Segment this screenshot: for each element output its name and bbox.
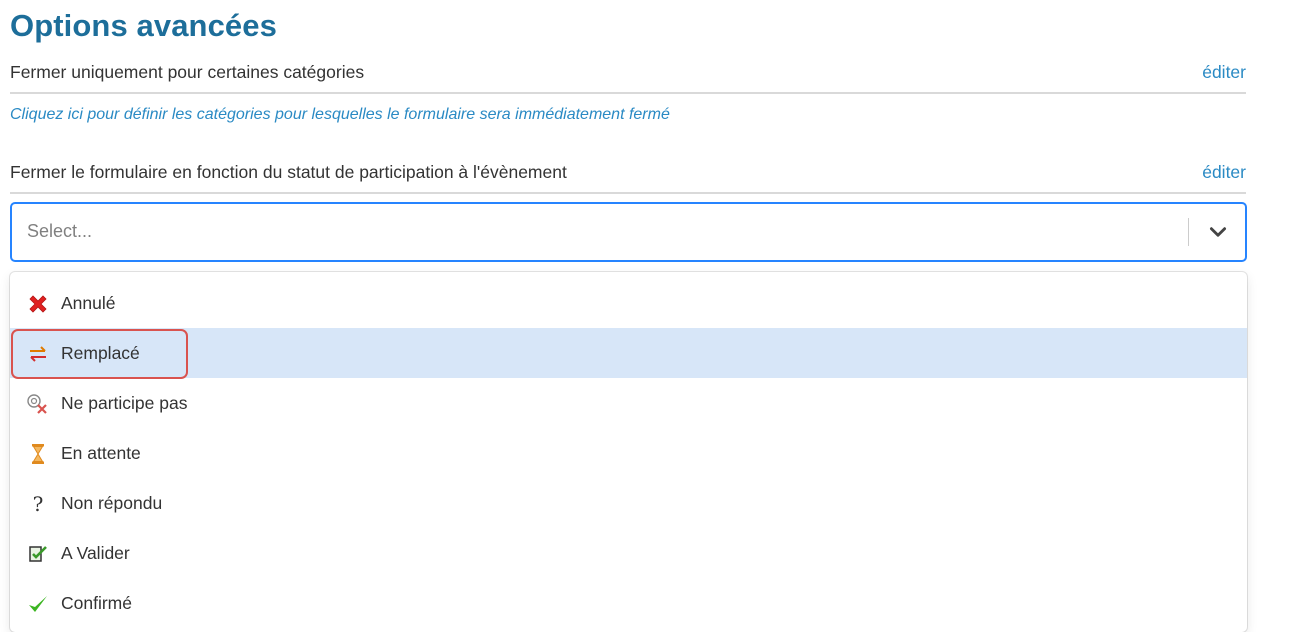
- validate-document-icon: [29, 546, 47, 562]
- status-select[interactable]: Select...: [10, 202, 1247, 262]
- status-edit-link[interactable]: éditer: [1202, 162, 1246, 183]
- categories-row: Fermer uniquement pour certaines catégor…: [10, 58, 1246, 94]
- red-cross-icon: [29, 295, 47, 313]
- option-ne-participe-pas[interactable]: Ne participe pas: [10, 378, 1247, 428]
- green-check-icon: [29, 596, 47, 612]
- categories-hint-link[interactable]: Cliquez ici pour définir les catégories …: [10, 106, 670, 124]
- option-label: Ne participe pas: [61, 393, 188, 413]
- section-title: Options avancées: [10, 8, 277, 43]
- not-participating-icon: [27, 394, 47, 414]
- chevron-down-icon[interactable]: [1207, 221, 1229, 243]
- option-label: En attente: [61, 443, 141, 463]
- status-row: Fermer le formulaire en fonction du stat…: [10, 158, 1246, 194]
- categories-edit-link[interactable]: éditer: [1202, 62, 1246, 83]
- option-label: A Valider: [61, 543, 130, 563]
- status-options-menu: Annulé Remplacé Ne participe pas En atte…: [10, 272, 1247, 632]
- question-mark-icon: ?: [33, 492, 44, 516]
- select-separator: [1188, 218, 1189, 246]
- hourglass-icon: [32, 444, 44, 464]
- categories-label: Fermer uniquement pour certaines catégor…: [10, 62, 365, 82]
- option-annule[interactable]: Annulé: [10, 278, 1247, 328]
- option-label: Confirmé: [61, 593, 132, 613]
- option-label: Non répondu: [61, 493, 163, 513]
- status-label: Fermer le formulaire en fonction du stat…: [10, 162, 567, 182]
- option-a-valider[interactable]: A Valider: [10, 528, 1247, 578]
- select-placeholder: Select...: [27, 221, 93, 241]
- option-label: Annulé: [61, 293, 116, 313]
- option-en-attente[interactable]: En attente: [10, 428, 1247, 478]
- svg-text:?: ?: [33, 492, 44, 516]
- highlight-box: [11, 329, 188, 379]
- option-non-repondu[interactable]: ? Non répondu: [10, 478, 1247, 528]
- option-remplace[interactable]: Remplacé: [10, 328, 1247, 378]
